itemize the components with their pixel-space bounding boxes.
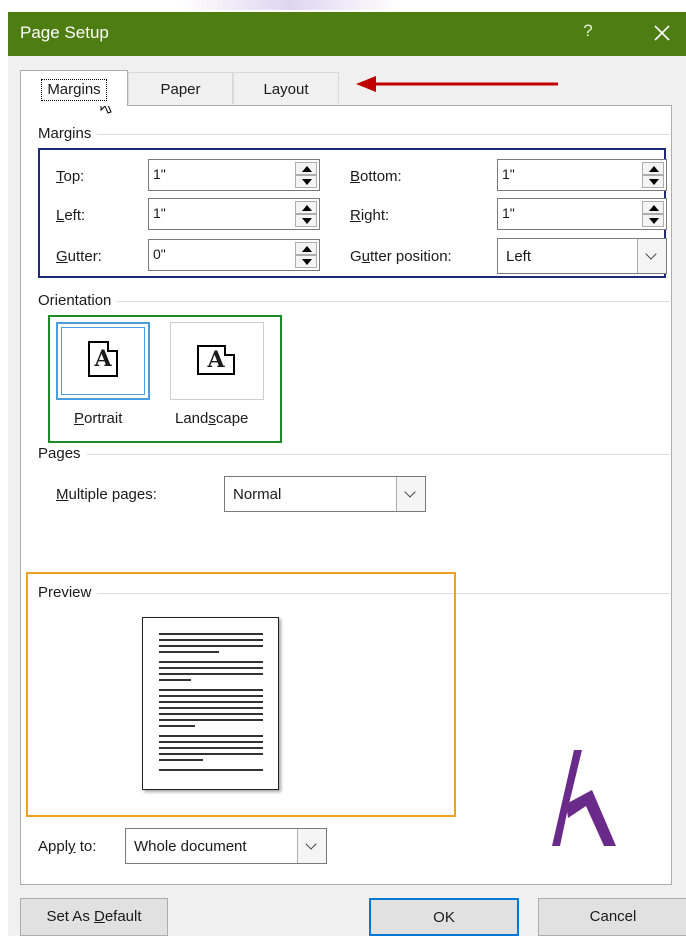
- top-margin-input[interactable]: 1": [148, 159, 320, 191]
- arrow-down-icon: [649, 179, 659, 185]
- tab-margins-label: Margins: [41, 79, 107, 101]
- orientation-section-header: Orientation: [38, 292, 670, 312]
- tab-layout[interactable]: Layout: [233, 72, 339, 104]
- bottom-margin-value: 1": [502, 166, 515, 182]
- gutter-position-dropdown-button[interactable]: [637, 239, 666, 273]
- pages-section-header: Pages: [38, 445, 670, 465]
- left-margin-value: 1": [153, 205, 166, 221]
- right-margin-value: 1": [502, 205, 515, 221]
- cancel-button[interactable]: Cancel: [538, 898, 686, 936]
- arrow-down-icon: [302, 179, 312, 185]
- gutter-up-button[interactable]: [295, 242, 317, 255]
- left-label: Left:: [56, 207, 86, 224]
- arrow-up-icon: [302, 166, 312, 172]
- orientation-section-title: Orientation: [38, 292, 118, 309]
- left-margin-down-button[interactable]: [295, 214, 317, 227]
- top-margin-spinner: [295, 162, 317, 188]
- right-margin-down-button[interactable]: [642, 214, 664, 227]
- arrow-down-icon: [302, 218, 312, 224]
- top-margin-down-button[interactable]: [295, 175, 317, 188]
- landscape-page-icon: A: [197, 345, 235, 375]
- top-margin-up-button[interactable]: [295, 162, 317, 175]
- bottom-label: Bottom:: [350, 168, 402, 185]
- bottom-margin-down-button[interactable]: [642, 175, 664, 188]
- gutter-down-button[interactable]: [295, 255, 317, 268]
- apply-to-dropdown-button[interactable]: [297, 829, 326, 863]
- gutter-position-label: Gutter position:: [350, 248, 452, 265]
- left-margin-up-button[interactable]: [295, 201, 317, 214]
- gutter-input[interactable]: 0": [148, 239, 320, 271]
- landscape-label: Landscape: [175, 410, 249, 427]
- top-decoration: [180, 0, 400, 10]
- arrow-up-icon: [302, 246, 312, 252]
- apply-to-value: Whole document: [134, 838, 247, 855]
- right-margin-up-button[interactable]: [642, 201, 664, 214]
- gutter-label: Gutter:: [56, 248, 102, 265]
- gutter-value: 0": [153, 246, 166, 262]
- help-button[interactable]: ?: [576, 21, 600, 45]
- gutter-position-select[interactable]: Left: [497, 238, 667, 274]
- apply-to-label: Apply to:: [38, 838, 97, 855]
- landscape-button[interactable]: A: [170, 322, 264, 400]
- arrow-up-icon: [649, 166, 659, 172]
- arrow-down-icon: [302, 259, 312, 265]
- arrow-up-icon: [302, 205, 312, 211]
- multiple-pages-select[interactable]: Normal: [224, 476, 426, 512]
- right-label: Right:: [350, 207, 390, 224]
- chevron-down-icon: [404, 486, 416, 498]
- pages-section-title: Pages: [38, 445, 87, 462]
- apply-to-select[interactable]: Whole document: [125, 828, 327, 864]
- gutter-spinner: [295, 242, 317, 268]
- portrait-page-icon: A: [88, 341, 118, 377]
- tab-margins[interactable]: Margins: [20, 70, 128, 106]
- title-bar: Page Setup ?: [8, 12, 686, 56]
- margins-section-title: Margins: [38, 125, 98, 142]
- multiple-pages-label: Multiple pages:: [56, 486, 157, 503]
- top-margin-value: 1": [153, 166, 166, 182]
- set-as-default-button[interactable]: Set As Default: [20, 898, 168, 936]
- multiple-pages-dropdown-button[interactable]: [396, 477, 425, 511]
- bottom-margin-spinner: [642, 162, 664, 188]
- left-margin-input[interactable]: 1": [148, 198, 320, 230]
- portrait-label: Portrait: [74, 410, 123, 427]
- right-margin-spinner: [642, 201, 664, 227]
- bottom-margin-up-button[interactable]: [642, 162, 664, 175]
- arrow-down-icon: [649, 218, 659, 224]
- annotation-arrow-icon: [356, 76, 558, 92]
- chevron-down-icon: [305, 838, 317, 850]
- portrait-button[interactable]: A: [56, 322, 150, 400]
- multiple-pages-value: Normal: [233, 486, 282, 503]
- arrow-up-icon: [649, 205, 659, 211]
- left-margin-spinner: [295, 201, 317, 227]
- tab-paper[interactable]: Paper: [128, 72, 233, 104]
- margins-section-header: Margins: [38, 125, 670, 145]
- gutter-position-value: Left: [506, 248, 532, 265]
- ok-button[interactable]: OK: [369, 898, 519, 936]
- close-button[interactable]: [648, 19, 676, 47]
- right-margin-input[interactable]: 1": [497, 198, 667, 230]
- window-title: Page Setup: [20, 23, 109, 42]
- bottom-margin-input[interactable]: 1": [497, 159, 667, 191]
- chevron-down-icon: [645, 248, 657, 260]
- brand-logo-icon: [552, 750, 616, 846]
- preview-page: [142, 617, 279, 790]
- top-label: Top:: [56, 168, 85, 185]
- close-icon: [654, 25, 670, 41]
